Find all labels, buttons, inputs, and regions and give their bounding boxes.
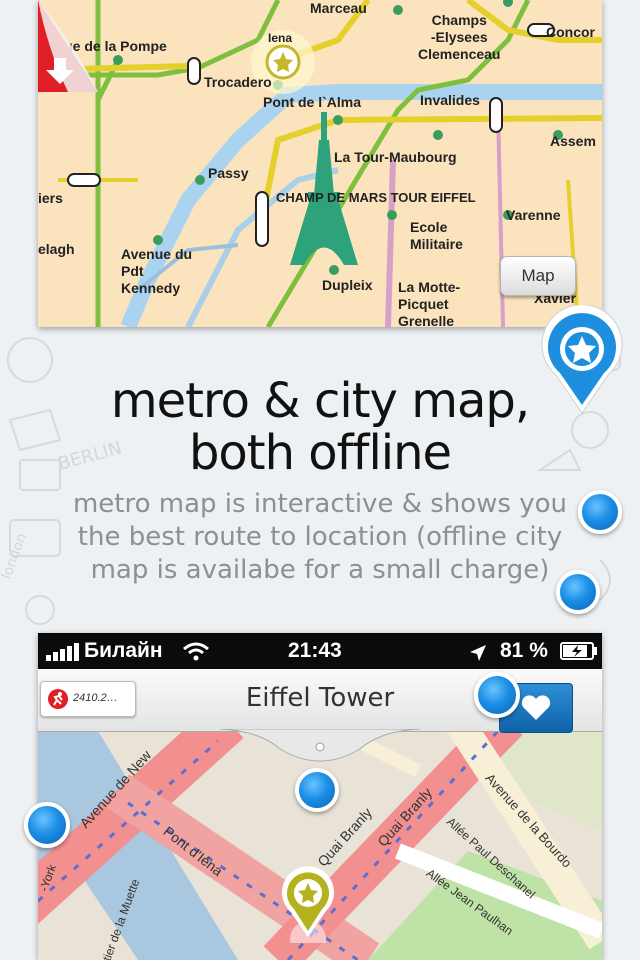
signal-bars-icon [46,643,79,661]
blue-dot-icon [24,802,70,848]
station-trocadero[interactable]: Trocadero [204,74,272,91]
status-time: 21:43 [288,639,342,662]
location-arrow-icon [470,645,486,661]
station-marceau[interactable]: Marceau [310,0,367,17]
station-varenne[interactable]: Varenne [506,207,560,224]
station-partial-elagh[interactable]: elagh [38,241,75,258]
blue-dot-icon [578,490,622,534]
station-avenue-du-pdt-kennedy[interactable]: Avenue du Pdt Kennedy [121,246,192,297]
map-button[interactable]: Map [500,256,576,296]
battery-percent: 81 % [500,639,548,662]
station-pont-de-l-alma[interactable]: Pont de l`Alma [263,94,361,111]
station-ecole-militaire[interactable]: Ecole Militaire [410,219,463,253]
status-bar: Билайн 21:43 81 % [38,633,602,669]
station-assemblee[interactable]: Assem [550,133,596,150]
headline-line-1: metro & city map, [110,373,530,429]
heart-icon [521,695,551,720]
blue-dot-icon [295,768,339,812]
station-invalides[interactable]: Invalides [420,92,480,109]
station-partial-iers[interactable]: iers [38,190,63,207]
pull-down-tab[interactable] [220,729,420,763]
carrier-name: Билайн [84,639,163,662]
station-champs-elysees[interactable]: Champs -Elysees Clemenceau [418,12,500,63]
page-curl-download-icon[interactable] [38,0,98,92]
station-iena[interactable]: Iena [268,30,292,47]
headline: metro & city map, both offline [0,375,640,479]
battery-icon [560,642,597,660]
station-concorde[interactable]: Concor [546,24,595,41]
station-dupleix[interactable]: Dupleix [322,277,373,294]
subtitle-line-3: map is availabe for a small charge) [90,555,550,585]
blue-dot-icon [556,570,600,614]
subtitle-line-2: the best route to location (offline city [77,522,563,552]
wifi-icon [183,642,209,661]
subtitle-line-1: metro map is interactive & shows you [72,489,568,519]
headline-line-2: both offline [188,425,452,481]
map-pin-star-icon[interactable] [276,863,340,943]
station-la-motte-picquet-grenelle[interactable]: La Motte- Picquet Grenelle [398,279,460,327]
blue-dot-icon [474,672,520,718]
subtitle: metro map is interactive & shows you the… [30,488,610,587]
station-champ-de-mars-tour-eiffel[interactable]: CHAMP DE MARS TOUR EIFFEL [276,189,476,206]
station-la-tour-maubourg[interactable]: La Tour-Maubourg [334,149,457,166]
station-passy[interactable]: Passy [208,165,248,182]
metro-map-panel[interactable]: Marceau Champs -Elysees Clemenceau Conco… [38,0,602,327]
